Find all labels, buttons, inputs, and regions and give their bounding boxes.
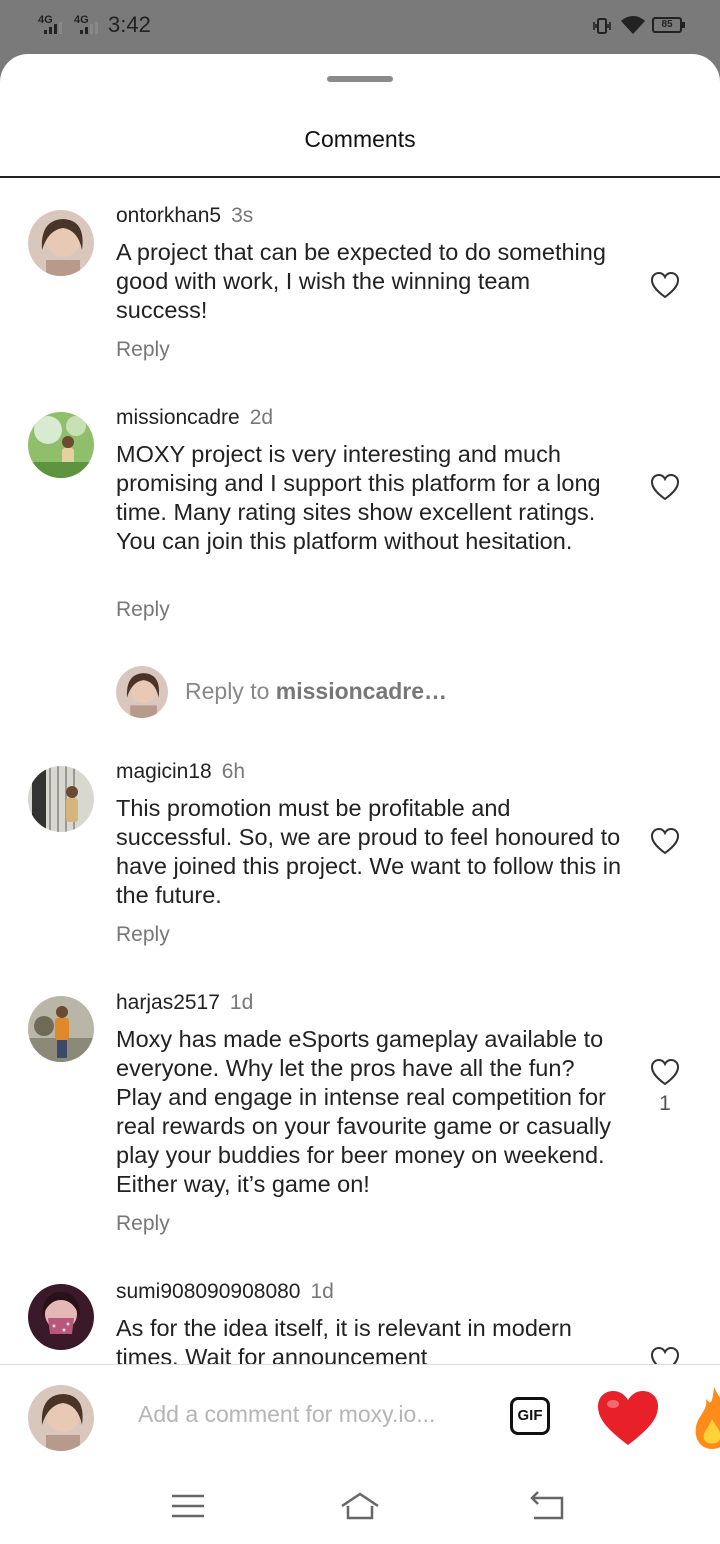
gif-icon[interactable]: GIF [510, 1397, 550, 1435]
comment-time: 3s [231, 204, 254, 227]
username[interactable]: sumi908090908080 [116, 1280, 301, 1303]
comment-text: As for the idea itself, it is relevant i… [116, 1315, 572, 1364]
heart-outline-icon[interactable] [650, 827, 680, 855]
username[interactable]: ontorkhan5 [116, 204, 221, 227]
wifi-icon [620, 14, 646, 36]
heart-outline-icon[interactable] [650, 271, 680, 299]
heart-outline-icon[interactable] [650, 473, 680, 501]
username[interactable]: missioncadre [116, 406, 240, 429]
comment-input[interactable]: Add a comment for moxy.io... [138, 1401, 435, 1428]
reply-input[interactable]: Reply to missioncadre… [185, 678, 447, 705]
avatar[interactable] [28, 210, 94, 276]
comment-username[interactable]: ontorkhan5 3s [116, 204, 253, 228]
comment-username[interactable]: sumi908090908080 1d [116, 1280, 334, 1304]
comment-composer: Add a comment for moxy.io... GIF [0, 1364, 720, 1471]
heart-outline-icon[interactable] [650, 1346, 680, 1364]
back-icon[interactable] [526, 1488, 566, 1524]
reply-button[interactable]: Reply [116, 923, 170, 947]
sheet-title: Comments [304, 126, 416, 152]
comment-username[interactable]: missioncadre 2d [116, 406, 273, 430]
avatar[interactable] [28, 996, 94, 1062]
menu-icon[interactable] [168, 1488, 208, 1524]
reply-prefix: Reply to [185, 678, 276, 704]
avatar[interactable] [28, 766, 94, 832]
comment-time: 1d [310, 1280, 334, 1303]
comment-text: A project that can be expected to do som… [116, 239, 606, 323]
username[interactable]: harjas2517 [116, 991, 220, 1014]
reply-target: missioncadre… [275, 678, 448, 704]
signal-icon [44, 22, 62, 34]
comment-time: 2d [249, 406, 274, 429]
battery-icon: 85 [652, 17, 685, 33]
avatar[interactable] [28, 412, 94, 478]
reply-button[interactable]: Reply [116, 1212, 170, 1236]
comments-list[interactable]: ontorkhan5 3s A project that can be expec… [0, 178, 720, 1364]
avatar [28, 1385, 94, 1451]
comment-username[interactable]: magicin18 6h [116, 760, 245, 784]
avatar[interactable] [28, 1284, 94, 1350]
home-icon[interactable] [340, 1488, 380, 1524]
comment-text: This promotion must be profitable and su… [116, 795, 622, 908]
comment-text: MOXY project is very interesting and muc… [116, 441, 601, 554]
comment-time: 1d [229, 991, 254, 1014]
vibrate-icon [592, 16, 612, 36]
comment-time: 6h [221, 760, 246, 783]
navigation-bar [0, 1470, 720, 1544]
status-bar: 4G 4G 3:42 85 [0, 0, 720, 54]
reply-button[interactable]: Reply [116, 598, 170, 622]
drag-handle[interactable] [327, 76, 393, 82]
comment-username[interactable]: harjas2517 1d [116, 991, 253, 1015]
comments-sheet: Comments ontorkhan5 3s A project that can… [0, 54, 720, 1544]
reply-button[interactable]: Reply [116, 338, 170, 362]
fire-emoji[interactable] [692, 1385, 720, 1451]
comment-text: Moxy has made eSports gameplay available… [116, 1026, 612, 1197]
signal-icon [80, 22, 98, 34]
clock: 3:42 [108, 12, 151, 37]
like-count: 1 [659, 1092, 671, 1115]
red-heart-emoji[interactable] [596, 1389, 660, 1447]
username[interactable]: magicin18 [116, 760, 212, 783]
avatar [116, 666, 168, 718]
heart-outline-icon[interactable] [650, 1058, 680, 1086]
